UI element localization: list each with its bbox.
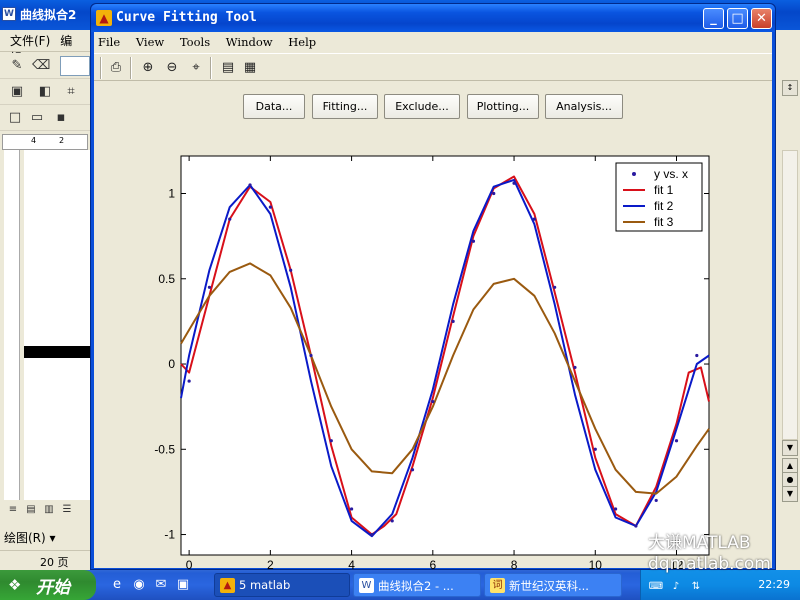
task-word-doc[interactable]: W 曲线拟合2 - ... — [353, 573, 481, 597]
screen: W 曲线拟合2 文件(F)编辑 ✎ ⌫ ▣ ◧ ⌗ □ ▭ ▪ 4 2 ≡ — [0, 0, 800, 600]
media-icon[interactable]: ◉ — [130, 576, 148, 594]
x-tick-label: 6 — [429, 558, 436, 570]
legend-label: fit 1 — [654, 183, 674, 197]
start-button[interactable]: ❖ 开始 — [0, 570, 96, 600]
clock: 22:29 — [758, 578, 790, 591]
data-point — [674, 439, 679, 443]
task-label: 曲线拟合2 - ... — [378, 579, 454, 593]
y-tick-label: 0.5 — [158, 272, 175, 286]
dictionary-icon: 词 — [490, 578, 505, 593]
data-point — [654, 498, 658, 503]
y-tick-label: -0.5 — [154, 442, 175, 456]
matlab-icon: ▲ — [220, 578, 235, 593]
legend-label: fit 3 — [654, 215, 674, 229]
fit-plot[interactable]: 0 2 4 6 8 10 12-1-0.500.51y vs. xfit 1fit 2fit… — [0, 0, 800, 570]
data-point — [553, 285, 557, 289]
y-tick-label: 1 — [168, 187, 175, 201]
data-point — [390, 519, 394, 523]
network-icon[interactable]: ⇅ — [687, 578, 705, 596]
data-point — [634, 524, 638, 528]
legend-label: y vs. x — [654, 167, 688, 181]
data-point — [532, 217, 536, 221]
x-tick-label: 4 — [348, 558, 355, 570]
x-tick-label: 0 — [186, 558, 193, 570]
data-point — [471, 239, 476, 243]
data-point — [593, 447, 597, 451]
task-label: 5 matlab — [239, 578, 291, 592]
data-point — [492, 191, 496, 196]
data-point — [329, 439, 333, 443]
y-tick-label: -1 — [164, 528, 175, 542]
volume-icon[interactable]: ♪ — [667, 578, 685, 596]
data-point — [451, 319, 455, 323]
task-dictionary[interactable]: 词 新世纪汉英科... — [484, 573, 622, 597]
data-point — [207, 285, 212, 289]
word-icon: W — [359, 578, 374, 593]
data-point — [248, 183, 252, 187]
data-point — [613, 507, 618, 511]
start-label: 开始 — [36, 578, 70, 598]
x-tick-label: 8 — [511, 558, 518, 570]
data-point — [228, 217, 232, 221]
x-tick-label: 10 — [589, 558, 603, 570]
data-point — [512, 181, 516, 185]
data-point — [370, 532, 374, 537]
data-point — [268, 205, 272, 209]
windows-flag-icon: ❖ — [8, 576, 22, 594]
task-matlab[interactable]: ▲ 5 matlab — [214, 573, 350, 597]
legend-marker — [632, 172, 636, 176]
data-point — [695, 353, 699, 358]
ie-icon[interactable]: e — [108, 576, 126, 594]
data-point — [349, 507, 354, 511]
x-tick-label: 2 — [267, 558, 274, 570]
watermark: 大谦MATLAB dqmatlab.com — [640, 533, 782, 579]
watermark-line2: dqmatlab.com — [648, 554, 771, 574]
y-tick-label: 0 — [168, 357, 175, 371]
data-point — [573, 365, 577, 370]
desktop-icon[interactable]: ▣ — [174, 576, 192, 594]
data-point — [187, 379, 191, 383]
keyboard-icon[interactable]: ⌨ — [647, 578, 665, 596]
legend-label: fit 2 — [654, 199, 674, 213]
data-point — [309, 353, 313, 358]
data-point — [289, 268, 293, 272]
data-point — [410, 468, 415, 472]
data-point — [431, 399, 435, 404]
task-label: 新世纪汉英科... — [509, 579, 589, 593]
watermark-line1: 大谦MATLAB — [648, 533, 751, 553]
outlook-icon[interactable]: ✉ — [152, 576, 170, 594]
